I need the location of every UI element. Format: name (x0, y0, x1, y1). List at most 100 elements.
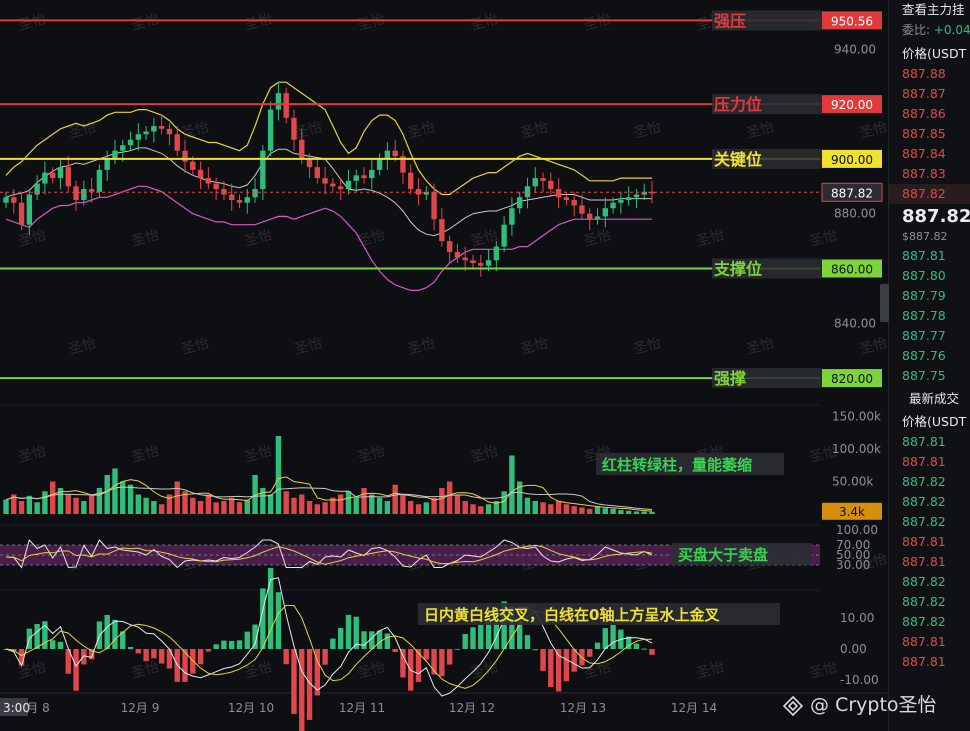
bid-price[interactable]: 887.80 (889, 266, 970, 286)
candle-body (337, 186, 344, 190)
volume-bar (73, 497, 79, 514)
volume-bar (88, 494, 95, 514)
watermark-tile: 圣怡 (858, 335, 888, 358)
macd-histogram-bar (337, 627, 344, 649)
ask-price[interactable]: 887.82 (889, 184, 970, 204)
watermark-tile: 圣怡 (632, 335, 663, 358)
volume-bar (392, 484, 398, 514)
candle-body (73, 186, 79, 200)
volume-bar (291, 497, 297, 514)
trade-price[interactable]: 887.82 (889, 472, 970, 492)
trade-price[interactable]: 887.82 (889, 592, 970, 612)
watermark-tile: 圣怡 (243, 443, 274, 466)
macd-histogram-bar (73, 649, 79, 691)
trade-price[interactable]: 887.81 (889, 552, 970, 572)
macd-histogram-bar (81, 649, 87, 665)
candle-body (236, 200, 243, 203)
level-label: 强撑 (714, 369, 746, 388)
collapse-panel-handle[interactable] (880, 284, 889, 322)
trade-price[interactable]: 887.81 (889, 452, 970, 472)
level-label: 压力位 (714, 95, 762, 114)
volume-bar (135, 494, 142, 514)
candle-body (205, 178, 212, 184)
volume-bar (470, 504, 476, 514)
candle-body (158, 126, 165, 129)
volume-bar (96, 488, 103, 514)
volume-bar (104, 475, 110, 514)
annotation-text: 买盘大于卖盘 (678, 546, 768, 564)
volume-bar (532, 501, 538, 514)
volume-tick-label: 150.00k (832, 410, 881, 424)
trade-price[interactable]: 887.82 (889, 512, 970, 532)
candle-body (462, 257, 468, 261)
trade-price[interactable]: 887.81 (889, 532, 970, 552)
watermark-tile: 圣怡 (67, 335, 98, 358)
watermark-tile: 圣怡 (17, 227, 48, 250)
bid-price[interactable]: 887.77 (889, 326, 970, 346)
candle-body (540, 178, 546, 181)
volume-bar (3, 499, 9, 514)
time-axis-label: 12月 10 (228, 701, 274, 715)
bid-price[interactable]: 887.78 (889, 306, 970, 326)
trade-price[interactable]: 887.81 (889, 432, 970, 452)
ratio-label: 委比: (902, 23, 931, 37)
candle-body (283, 93, 289, 118)
watermark-tile: 圣怡 (356, 227, 387, 250)
candle-body (96, 169, 103, 192)
ask-price[interactable]: 887.84 (889, 144, 970, 164)
volume-tick-label: 100.00k (832, 442, 881, 456)
candle-body (120, 145, 126, 151)
volume-bar (299, 494, 305, 514)
macd-histogram-bar (221, 640, 227, 649)
watermark-tile: 圣怡 (695, 659, 726, 682)
watermark-tile: 圣怡 (356, 443, 387, 466)
trade-price[interactable]: 887.82 (889, 492, 970, 512)
bid-price[interactable]: 887.75 (889, 366, 970, 386)
watermark-tile: 圣怡 (130, 443, 161, 466)
watermark-tile: 圣怡 (469, 443, 500, 466)
candle-body (594, 216, 601, 220)
candle-body (345, 180, 352, 190)
candle-body (587, 213, 593, 220)
trade-price[interactable]: 887.81 (889, 632, 970, 652)
macd-histogram-bar (470, 627, 476, 649)
watermark: @ Crypto圣怡 (782, 690, 937, 717)
ask-price[interactable]: 887.86 (889, 104, 970, 124)
ask-price[interactable]: 887.83 (889, 164, 970, 184)
bid-price[interactable]: 887.81 (889, 246, 970, 266)
macd-histogram-bar (291, 649, 297, 714)
ask-list: 887.88 887.87 887.86 887.85 887.84 887.83 887.… (889, 64, 970, 204)
ask-price[interactable]: 887.88 (889, 64, 970, 84)
candle-body (431, 191, 437, 220)
price-chart[interactable]: 圣怡 圣怡 圣怡 圣怡 圣怡 圣怡 圣怡圣怡 圣怡 圣怡 圣怡 圣怡 圣怡 圣怡 圣怡圣怡 圣怡 圣怡 圣怡 圣怡… (0, 0, 888, 731)
volume-bar (641, 511, 647, 514)
candle-body (361, 175, 367, 179)
bid-price[interactable]: 887.76 (889, 346, 970, 366)
macd-tick-label: 0.00 (840, 642, 867, 656)
candle-body (88, 189, 95, 192)
candle-body (166, 128, 173, 135)
watermark-tile: 圣怡 (808, 227, 839, 250)
candle-body (493, 246, 500, 261)
volume-bar (81, 501, 87, 514)
ask-price[interactable]: 887.87 (889, 84, 970, 104)
volume-bar (400, 494, 406, 514)
watermark-tile: 圣怡 (469, 11, 500, 34)
candle-body (244, 197, 250, 203)
candle-body (376, 158, 383, 170)
volume-bar (439, 488, 445, 514)
volume-bar (236, 502, 243, 514)
trade-price[interactable]: 887.81 (889, 652, 970, 672)
trade-price[interactable]: 887.82 (889, 572, 970, 592)
volume-bar (509, 455, 515, 514)
main-orders-title[interactable]: 查看主力挂 (889, 0, 970, 20)
ask-price[interactable]: 887.85 (889, 124, 970, 144)
macd-tick-label: -10.00 (840, 673, 879, 687)
bid-price[interactable]: 887.79 (889, 286, 970, 306)
trade-price[interactable]: 887.82 (889, 612, 970, 632)
recent-trades-title[interactable]: 最新成交 (889, 386, 970, 412)
macd-histogram-bar (423, 649, 429, 660)
time-axis-label: 12月 11 (339, 701, 385, 715)
volume-bar (649, 511, 655, 514)
watermark-tile: 圣怡 (808, 659, 839, 682)
